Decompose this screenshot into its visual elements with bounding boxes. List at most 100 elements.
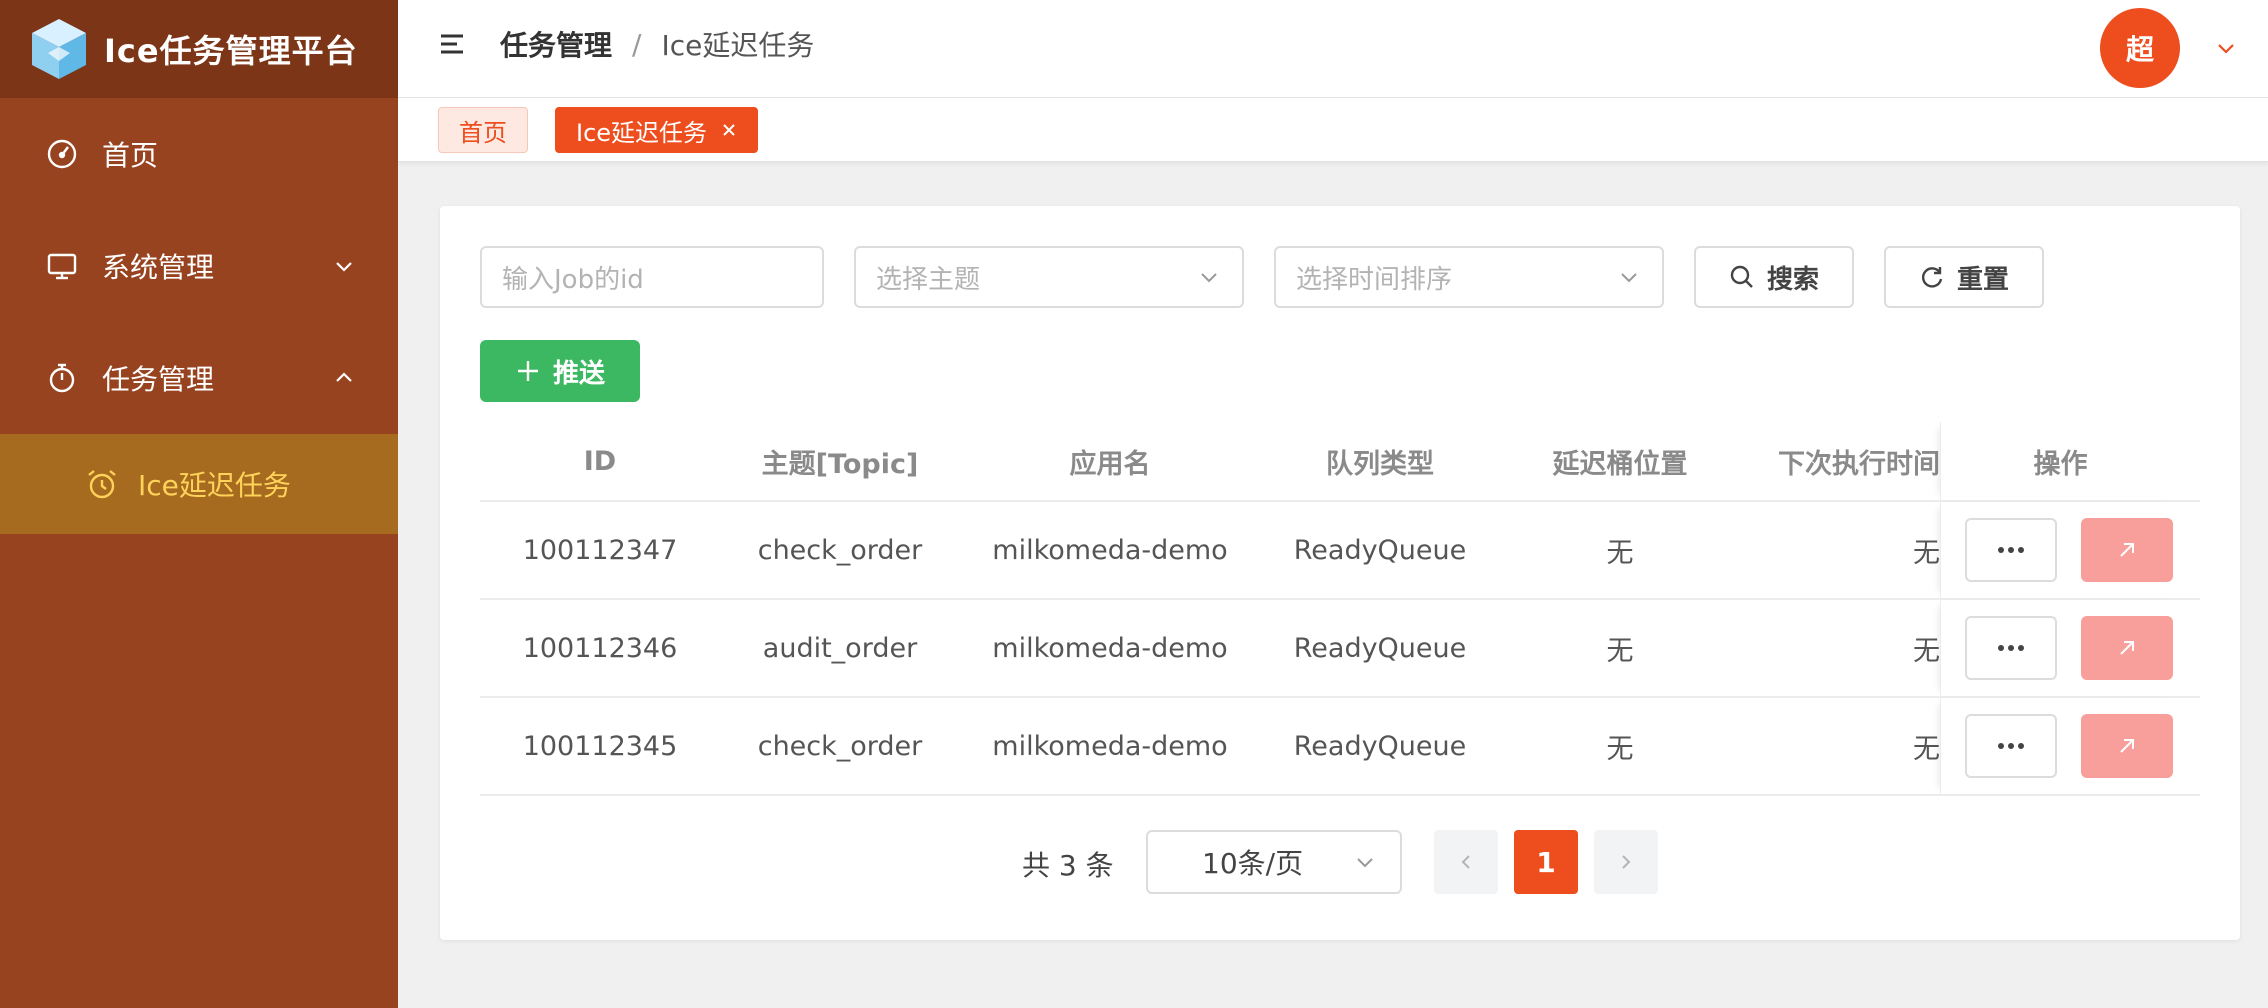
- cell-bucket: 无: [1606, 635, 1634, 667]
- main-card: 输入Job的id 选择主题 选择时间排序 搜索 重置 推送 ID 主题[Topi…: [440, 206, 2240, 940]
- open-button[interactable]: [2081, 616, 2173, 680]
- sidebar: Ice任务管理平台 首页 系统管理 任务管理 Ice延迟任务: [0, 0, 398, 1008]
- chevron-down-icon[interactable]: [2214, 36, 2238, 60]
- cell-next-time: 无: [1913, 733, 1940, 765]
- menu-toggle-icon[interactable]: [438, 30, 466, 58]
- cell-next-time: 无: [1913, 635, 1940, 667]
- sidebar-item-label: 首页: [102, 139, 159, 172]
- search-button[interactable]: 搜索: [1694, 246, 1854, 308]
- column-header-id: ID: [583, 445, 617, 477]
- more-dots-icon: [1998, 547, 2024, 553]
- sidebar-item-system[interactable]: 系统管理: [0, 210, 398, 322]
- cell-app: milkomeda-demo: [992, 632, 1228, 664]
- tag-label: Ice延迟任务: [576, 118, 708, 147]
- logo-bar: Ice任务管理平台: [0, 0, 398, 98]
- chevron-left-icon: [1461, 855, 1470, 869]
- open-button[interactable]: [2081, 714, 2173, 778]
- arrow-up-right-icon: [2120, 641, 2134, 655]
- column-header-queue: 队列类型: [1326, 448, 1434, 480]
- alarm-clock-icon: [84, 466, 120, 502]
- app-title: Ice任务管理平台: [104, 32, 358, 70]
- more-dots-icon: [1998, 743, 2024, 749]
- page-number-button[interactable]: 1: [1514, 830, 1578, 894]
- table-row: 100112346 audit_order milkomeda-demo Rea…: [480, 600, 2200, 698]
- column-header-app: 应用名: [1069, 448, 1151, 480]
- plus-icon: [517, 361, 538, 381]
- arrow-up-right-icon: [2120, 543, 2134, 557]
- tag-label: 首页: [459, 118, 507, 147]
- breadcrumb-separator: /: [632, 27, 642, 61]
- cell-queue: ReadyQueue: [1293, 730, 1467, 762]
- tag-ice-delay-task[interactable]: Ice延迟任务: [555, 107, 759, 153]
- chevron-right-icon: [1622, 855, 1631, 869]
- more-button[interactable]: [1965, 518, 2057, 582]
- cell-topic: audit_order: [762, 632, 918, 664]
- column-header-bucket: 延迟桶位置: [1552, 448, 1688, 480]
- cube-logo-icon: [32, 19, 86, 79]
- sidebar-item-label: Ice延迟任务: [138, 469, 291, 502]
- search-icon: [1730, 265, 1753, 288]
- timer-icon: [44, 360, 80, 396]
- time-sort-select[interactable]: 选择时间排序: [1274, 246, 1664, 308]
- more-dots-icon: [1998, 645, 2024, 651]
- cell-actions: [1940, 698, 2180, 794]
- top-header: 任务管理 / Ice延迟任务 超: [398, 0, 2268, 98]
- column-header-next-time: 下次执行时间: [1778, 448, 1940, 480]
- table-row: 100112347 check_order milkomeda-demo Rea…: [480, 502, 2200, 600]
- pagination: 共 3 条 10条/页 1: [440, 830, 2240, 894]
- page-size-value: 10条/页: [1202, 847, 1304, 880]
- arrow-up-right-icon: [2120, 739, 2134, 753]
- push-button[interactable]: 推送: [480, 340, 640, 402]
- cell-topic: check_order: [757, 730, 923, 762]
- cell-bucket: 无: [1606, 733, 1634, 765]
- avatar[interactable]: 超: [2100, 8, 2180, 88]
- prev-page-button[interactable]: [1434, 830, 1498, 894]
- cell-bucket: 无: [1606, 537, 1634, 569]
- more-button[interactable]: [1965, 616, 2057, 680]
- cell-id: 100112347: [522, 534, 678, 566]
- chevron-down-icon: [1357, 858, 1373, 868]
- tag-home[interactable]: 首页: [438, 107, 528, 153]
- breadcrumb: 任务管理 / Ice延迟任务: [500, 24, 814, 64]
- total-count: 共 3 条: [1022, 849, 1114, 882]
- job-id-input[interactable]: 输入Job的id: [480, 246, 824, 308]
- chevron-down-icon: [1621, 273, 1637, 283]
- cell-actions: [1940, 502, 2180, 598]
- page-size-select[interactable]: 10条/页: [1146, 830, 1402, 894]
- cell-app: milkomeda-demo: [992, 730, 1228, 762]
- cell-topic: check_order: [757, 534, 923, 566]
- sidebar-item-label: 任务管理: [102, 363, 215, 396]
- cell-queue: ReadyQueue: [1293, 632, 1467, 664]
- topic-select[interactable]: 选择主题: [854, 246, 1244, 308]
- chevron-down-icon: [1201, 273, 1217, 283]
- topic-placeholder: 选择主题: [876, 264, 981, 295]
- chevron-up-icon: [336, 372, 352, 382]
- reset-button-label: 重置: [1956, 264, 2009, 295]
- close-icon[interactable]: [721, 122, 737, 138]
- search-button-label: 搜索: [1766, 264, 1819, 295]
- job-id-placeholder: 输入Job的id: [502, 264, 644, 295]
- sidebar-item-home[interactable]: 首页: [0, 98, 398, 210]
- push-button-label: 推送: [552, 358, 605, 389]
- reset-button[interactable]: 重置: [1884, 246, 2044, 308]
- time-sort-placeholder: 选择时间排序: [1296, 264, 1453, 295]
- table-row: 100112345 check_order milkomeda-demo Rea…: [480, 698, 2200, 796]
- sidebar-item-label: 系统管理: [102, 251, 215, 284]
- dashboard-icon: [44, 136, 80, 172]
- cell-next-time: 无: [1913, 537, 1940, 569]
- cell-id: 100112346: [522, 632, 678, 664]
- open-button[interactable]: [2081, 518, 2173, 582]
- sidebar-item-tasks[interactable]: 任务管理: [0, 322, 398, 434]
- sidebar-item-ice-delay-task[interactable]: Ice延迟任务: [0, 434, 398, 534]
- refresh-icon: [1921, 267, 1943, 288]
- breadcrumb-item-current: Ice延迟任务: [661, 29, 815, 62]
- column-header-actions: 操作: [1940, 422, 2180, 500]
- more-button[interactable]: [1965, 714, 2057, 778]
- next-page-button[interactable]: [1594, 830, 1658, 894]
- column-header-topic: 主题[Topic]: [761, 448, 919, 480]
- monitor-icon: [44, 248, 80, 284]
- cell-queue: ReadyQueue: [1293, 534, 1467, 566]
- tags-view: 首页 Ice延迟任务: [398, 98, 2268, 162]
- task-table: ID 主题[Topic] 应用名 队列类型 延迟桶位置 下次执行时间 操作 10…: [480, 422, 2200, 796]
- breadcrumb-item-tasks[interactable]: 任务管理: [500, 24, 612, 64]
